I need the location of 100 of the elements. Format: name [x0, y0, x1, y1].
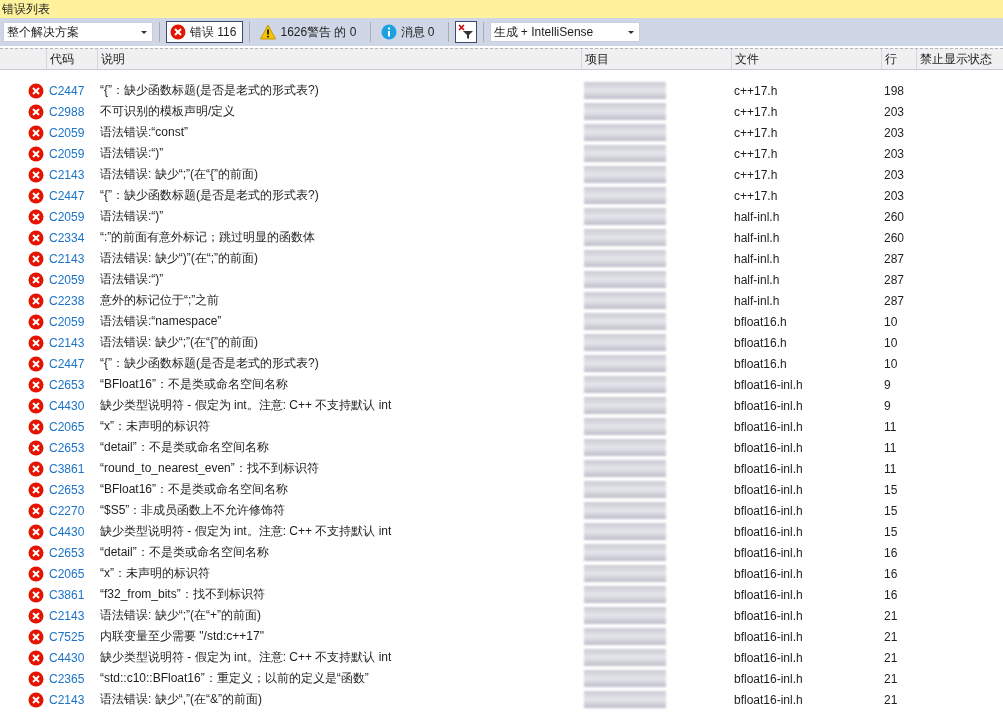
description-cell: 缺少类型说明符 - 假定为 int。注意: C++ 不支持默认 int: [100, 650, 392, 664]
description-cell: 语法错误: 缺少“)”(在“;”的前面): [100, 251, 258, 265]
description-cell: 语法错误:“)”: [100, 209, 164, 223]
description-cell: “{”：缺少函数标题(是否是老式的形式表?): [100, 83, 319, 97]
file-cell: bfloat16-inl.h: [734, 692, 803, 707]
warning-icon: [260, 24, 277, 40]
caret-icon: [141, 30, 147, 34]
line-cell: 287: [884, 293, 905, 308]
column-header[interactable]: 文件: [732, 49, 882, 69]
file-cell: bfloat16-inl.h: [734, 419, 803, 434]
error-code-link[interactable]: C2059: [49, 272, 85, 287]
error-code-link[interactable]: C3861: [49, 587, 85, 602]
error-code-link[interactable]: C4430: [49, 398, 85, 413]
file-cell: bfloat16.h: [734, 335, 787, 350]
description-cell: “:”的前面有意外标记；跳过明显的函数体: [100, 230, 316, 244]
file-cell: half-inl.h: [734, 251, 780, 266]
column-header[interactable]: 行: [882, 49, 917, 69]
warning-filter-button[interactable]: 1626警告 的 0: [256, 21, 364, 43]
file-cell: c++17.h: [734, 83, 778, 98]
error-code-link[interactable]: C2238: [49, 293, 85, 308]
description-cell: 语法错误:“const”: [100, 125, 188, 139]
error-code-link[interactable]: C2059: [49, 146, 85, 161]
line-cell: 15: [884, 524, 898, 539]
line-cell: 21: [884, 608, 898, 623]
description-cell: “detail”：不是类或命名空间名称: [100, 545, 269, 559]
error-code-link[interactable]: C7525: [49, 629, 85, 644]
description-cell: “$S5”：非成员函数上不允许修饰符: [100, 503, 286, 517]
description-cell: “x”：未声明的标识符: [100, 566, 210, 580]
error-code-link[interactable]: C2365: [49, 671, 85, 686]
line-cell: 260: [884, 209, 905, 224]
line-cell: 10: [884, 314, 898, 329]
error-code-link[interactable]: C2988: [49, 104, 85, 119]
info-filter-button[interactable]: 消息 0: [376, 21, 442, 43]
error-code-link[interactable]: C2270: [49, 503, 85, 518]
description-cell: 语法错误: 缺少“,”(在“&”的前面): [100, 692, 262, 706]
filter-toggle-button[interactable]: [454, 21, 477, 43]
error-code-link[interactable]: C2143: [49, 608, 85, 623]
file-cell: half-inl.h: [734, 209, 780, 224]
error-code-link[interactable]: C2065: [49, 419, 85, 434]
error-code-link[interactable]: C2143: [49, 335, 85, 350]
file-cell: half-inl.h: [734, 272, 780, 287]
line-cell: 203: [884, 188, 905, 203]
error-code-link[interactable]: C4430: [49, 650, 85, 665]
error-code-link[interactable]: C2447: [49, 188, 85, 203]
error-code-link[interactable]: C4430: [49, 524, 85, 539]
description-cell: 语法错误:“)”: [100, 146, 164, 160]
line-cell: 21: [884, 629, 898, 644]
error-icon: [170, 24, 186, 40]
source-dropdown[interactable]: 生成 + IntelliSense: [489, 22, 640, 42]
line-cell: 21: [884, 692, 898, 707]
line-cell: 21: [884, 671, 898, 686]
info-icon: [380, 24, 397, 40]
error-code-link[interactable]: C2143: [49, 167, 85, 182]
description-cell: “std::c10::BFloat16”：重定义；以前的定义是“函数”: [100, 671, 369, 685]
description-cell: “detail”：不是类或命名空间名称: [100, 440, 269, 454]
error-code-link[interactable]: C2334: [49, 230, 85, 245]
file-cell: c++17.h: [734, 167, 778, 182]
error-code-link[interactable]: C2143: [49, 692, 85, 707]
column-header[interactable]: 说明: [98, 49, 582, 69]
file-cell: bfloat16-inl.h: [734, 587, 803, 602]
column-header[interactable]: 禁止显示状态: [917, 49, 1003, 69]
file-cell: bfloat16-inl.h: [734, 650, 803, 665]
error-code-link[interactable]: C2653: [49, 482, 85, 497]
error-code-link[interactable]: C2059: [49, 125, 85, 140]
line-cell: 203: [884, 146, 905, 161]
error-filter-button[interactable]: 错误 116: [166, 21, 244, 43]
error-code-link[interactable]: C2447: [49, 356, 85, 371]
error-code-link[interactable]: C2447: [49, 83, 85, 98]
file-cell: c++17.h: [734, 146, 778, 161]
error-code-link[interactable]: C2059: [49, 209, 85, 224]
description-cell: “f32_from_bits”：找不到标识符: [100, 587, 265, 601]
error-code-link[interactable]: C2065: [49, 566, 85, 581]
error-code-link[interactable]: C2653: [49, 440, 85, 455]
description-cell: 语法错误: 缺少“;”(在“{”的前面): [100, 167, 258, 181]
description-cell: “{”：缺少函数标题(是否是老式的形式表?): [100, 356, 319, 370]
file-cell: bfloat16.h: [734, 314, 787, 329]
error-code-link[interactable]: C2059: [49, 314, 85, 329]
file-cell: bfloat16-inl.h: [734, 566, 803, 581]
description-cell: “BFloat16”：不是类或命名空间名称: [100, 377, 289, 391]
file-cell: c++17.h: [734, 188, 778, 203]
column-header[interactable]: 项目: [582, 49, 732, 69]
file-cell: bfloat16-inl.h: [734, 671, 803, 686]
file-cell: bfloat16-inl.h: [734, 608, 803, 623]
column-header[interactable]: 代码: [47, 49, 98, 69]
error-code-link[interactable]: C3861: [49, 461, 85, 476]
description-cell: 语法错误: 缺少“;”(在“{”的前面): [100, 335, 258, 349]
description-cell: 意外的标记位于“;”之前: [100, 293, 220, 307]
line-cell: 9: [884, 398, 891, 413]
line-cell: 21: [884, 650, 898, 665]
line-cell: 203: [884, 167, 905, 182]
line-cell: 11: [884, 419, 897, 434]
error-code-link[interactable]: C2653: [49, 545, 85, 560]
description-cell: “{”：缺少函数标题(是否是老式的形式表?): [100, 188, 319, 202]
error-code-link[interactable]: C2143: [49, 251, 85, 266]
description-cell: “round_to_nearest_even”：找不到标识符: [100, 461, 319, 475]
scope-dropdown[interactable]: 整个解决方案: [3, 22, 153, 42]
error-code-link[interactable]: C2653: [49, 377, 85, 392]
description-cell: 不可识别的模板声明/定义: [100, 104, 236, 118]
description-cell: 缺少类型说明符 - 假定为 int。注意: C++ 不支持默认 int: [100, 398, 392, 412]
line-cell: 203: [884, 125, 905, 140]
